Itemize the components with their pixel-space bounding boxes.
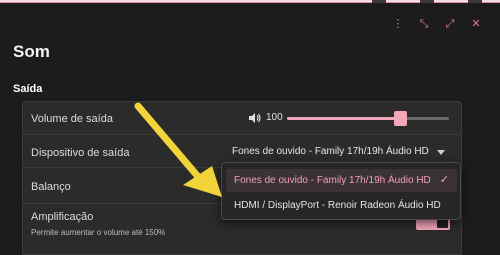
- section-title-output: Saída: [13, 83, 43, 95]
- dropdown-option-label: Fones de ouvido - Family 17h/19h Áudio H…: [234, 175, 431, 186]
- speaker-icon[interactable]: [249, 113, 261, 123]
- chevron-down-icon[interactable]: [437, 150, 445, 155]
- dropdown-option-label: HDMI / DisplayPort - Renoir Radeon Áudio…: [234, 200, 441, 211]
- dropdown-option-headphones[interactable]: Fones de ouvido - Family 17h/19h Áudio H…: [226, 169, 457, 192]
- minimize-icon[interactable]: ⤡: [418, 18, 430, 29]
- menu-icon[interactable]: ⋮: [392, 18, 404, 29]
- volume-value: 100: [266, 112, 283, 123]
- volume-slider[interactable]: [287, 111, 449, 126]
- top-tab-marker: [468, 0, 482, 3]
- volume-label: Volume de saída: [31, 113, 113, 125]
- output-device-select[interactable]: Fones de ouvido - Family 17h/19h Áudio H…: [232, 146, 429, 157]
- volume-slider-thumb[interactable]: [394, 111, 408, 126]
- dropdown-option-hdmi[interactable]: HDMI / DisplayPort - Renoir Radeon Áudio…: [226, 194, 457, 217]
- maximize-icon[interactable]: ⤢: [444, 18, 456, 29]
- balance-label: Balanço: [31, 181, 71, 193]
- top-tab-marker: [420, 0, 434, 3]
- check-icon: ✓: [439, 174, 449, 186]
- close-icon[interactable]: ✕: [470, 18, 482, 29]
- amplification-label: Amplificação: [31, 211, 94, 223]
- top-tab-marker: [372, 0, 386, 3]
- top-border-strip: [0, 0, 500, 3]
- amplification-hint: Permite aumentar o volume até 150%: [31, 228, 166, 237]
- settings-window: ⋮ ⤡ ⤢ ✕ Som Saída Volume de saída 100 Di…: [0, 0, 500, 255]
- page-title: Som: [13, 42, 50, 61]
- output-device-label: Dispositivo de saída: [31, 147, 130, 159]
- volume-row: Volume de saída 100: [23, 102, 461, 135]
- window-controls: ⋮ ⤡ ⤢ ✕: [392, 18, 482, 29]
- output-device-dropdown: Fones de ouvido - Family 17h/19h Áudio H…: [221, 162, 461, 220]
- volume-slider-fill: [287, 117, 401, 120]
